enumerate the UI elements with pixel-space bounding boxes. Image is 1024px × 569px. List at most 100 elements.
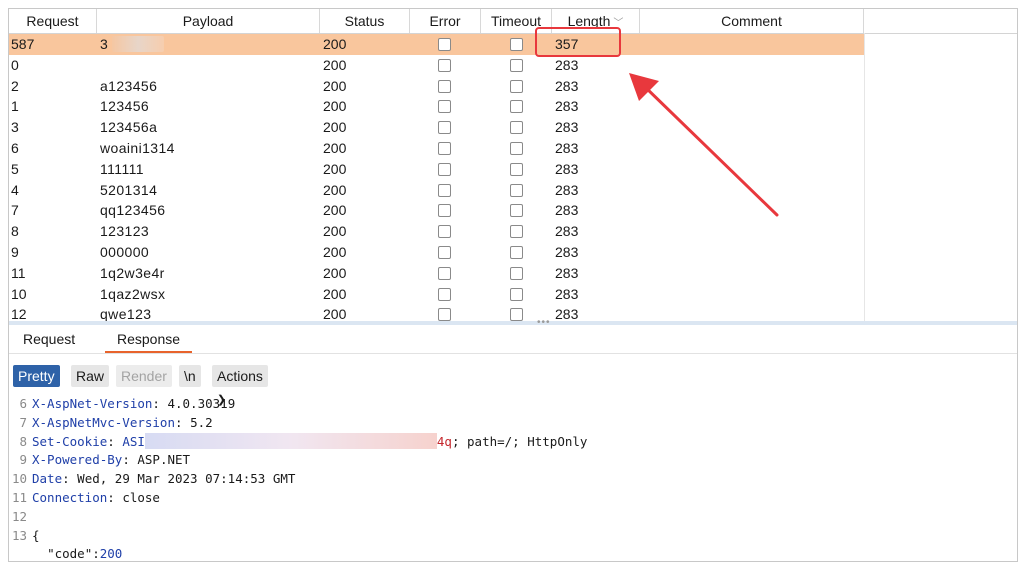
- json-key: "code": [47, 546, 93, 562]
- actions-label: Actions: [217, 368, 263, 384]
- payload-text: 111111: [100, 160, 144, 177]
- timeout-checkbox: [510, 100, 523, 114]
- intruder-results-window: Request Payload Status Error Timeout Len…: [8, 8, 1018, 562]
- status-cell: 200: [323, 160, 347, 177]
- payload-cell: 123123: [100, 221, 318, 242]
- header-name: X-AspNetMvc-Version: [32, 414, 175, 430]
- request-number-cell: 7: [11, 202, 19, 219]
- request-number-cell: 6: [11, 139, 19, 156]
- column-header-status[interactable]: Status: [320, 9, 410, 33]
- length-highlight-box: [535, 27, 621, 57]
- header-colon: :: [107, 433, 123, 449]
- header-value: Wed, 29 Mar 2023 07:14:53 GMT: [77, 471, 296, 487]
- error-checkbox: [438, 58, 451, 72]
- response-line: 9 X-Powered-By: ASP.NET: [9, 451, 1017, 470]
- column-header-payload[interactable]: Payload: [97, 9, 320, 33]
- line-number: 6: [19, 396, 27, 411]
- actions-dropdown-button[interactable]: Actions ❯: [212, 365, 268, 406]
- timeout-checkbox: [510, 38, 523, 51]
- column-header-error[interactable]: Error: [410, 9, 481, 33]
- column-header-comment[interactable]: Comment: [640, 9, 864, 33]
- cookie-attributes: ; path=/; HttpOnly: [451, 433, 588, 449]
- request-number-cell: 4: [11, 181, 19, 198]
- header-colon: :: [175, 414, 191, 430]
- line-number: 10: [11, 471, 27, 487]
- error-checkbox: [438, 308, 451, 322]
- status-cell: 200: [323, 202, 347, 219]
- tab-response[interactable]: Response: [105, 325, 193, 353]
- timeout-checkbox: [510, 79, 523, 93]
- response-body[interactable]: 6 X-AspNet-Version: 4.0.30319 7 X-AspNetMvc…: [9, 395, 1017, 562]
- length-cell: 283: [555, 243, 579, 260]
- column-header-request[interactable]: Request: [9, 9, 97, 33]
- message-viewer: Request Response Pretty Raw Render \n Ac…: [9, 325, 1017, 561]
- table-row[interactable]: 587 3 200 357: [9, 34, 864, 55]
- json-colon: :: [92, 546, 100, 562]
- payload-cell: a123456: [100, 76, 318, 97]
- status-cell: 200: [323, 264, 347, 281]
- error-checkbox: [438, 141, 451, 155]
- payload-text: 5201314: [100, 181, 158, 198]
- pretty-button[interactable]: Pretty: [13, 365, 60, 387]
- payload-cell: qq123456: [100, 200, 318, 221]
- payload-cell: woaini1314: [100, 138, 318, 159]
- payload-text: qq123456: [100, 202, 166, 219]
- payload-text: 1qaz2wsx: [100, 285, 166, 302]
- error-checkbox: [438, 225, 451, 239]
- error-checkbox: [438, 245, 451, 259]
- error-checkbox: [438, 162, 451, 176]
- line-number: 9: [19, 452, 27, 468]
- payload-text: qwe123: [100, 306, 152, 322]
- header-value: close: [122, 489, 160, 505]
- payload-text: 123456: [100, 98, 150, 115]
- status-cell: 200: [323, 223, 347, 240]
- table-row[interactable]: 8 123123 200 283: [9, 221, 864, 242]
- header-value: 4.0.30319: [167, 396, 236, 411]
- line-number: 13: [11, 527, 27, 543]
- tab-request[interactable]: Request: [19, 325, 79, 353]
- error-checkbox: [438, 287, 451, 301]
- header-name: X-AspNet-Version: [32, 396, 153, 411]
- timeout-checkbox: [510, 225, 523, 239]
- length-cell: 283: [555, 264, 579, 281]
- table-header: Request Payload Status Error Timeout Len…: [9, 9, 1017, 34]
- payload-cell: 123456: [100, 96, 318, 117]
- payload-cell: 3: [100, 34, 318, 55]
- payload-text: 123456a: [100, 119, 158, 136]
- payload-cell: 123456a: [100, 117, 318, 138]
- line-number: 8: [19, 433, 27, 449]
- table-row[interactable]: 9 000000 200 283: [9, 242, 864, 263]
- length-cell: 283: [555, 285, 579, 302]
- table-row[interactable]: 10 1qaz2wsx 200 283: [9, 284, 864, 305]
- status-cell: 200: [323, 119, 347, 136]
- json-value: 200: [99, 546, 123, 562]
- status-cell: 200: [323, 36, 347, 52]
- payload-cell: qwe123: [100, 304, 318, 322]
- timeout-checkbox: [510, 183, 523, 197]
- error-checkbox: [438, 183, 451, 197]
- payload-cell: 111111: [100, 159, 318, 180]
- payload-text: woaini1314: [100, 139, 175, 156]
- request-number-cell: 3: [11, 119, 19, 136]
- line-number: 12: [11, 508, 27, 524]
- request-number-cell: 10: [11, 285, 27, 302]
- newline-toggle-button[interactable]: \n: [179, 365, 201, 387]
- payload-cell: [100, 55, 318, 76]
- request-number-cell: 5: [11, 160, 19, 177]
- table-row[interactable]: 11 1q2w3e4r 200 283: [9, 263, 864, 284]
- raw-button[interactable]: Raw: [71, 365, 110, 387]
- viewer-tabs: Request Response: [9, 325, 1017, 354]
- payload-text: 000000: [100, 243, 150, 260]
- timeout-checkbox: [510, 58, 523, 72]
- header-name: Set-Cookie: [32, 433, 108, 449]
- timeout-checkbox: [510, 141, 523, 155]
- table-row[interactable]: 12 qwe123 200 283: [9, 304, 864, 322]
- header-value: ASP.NET: [137, 452, 191, 468]
- render-button[interactable]: Render: [116, 365, 172, 387]
- length-cell: 283: [555, 306, 579, 322]
- timeout-checkbox: [510, 287, 523, 301]
- header-line: X-AspNetMvc-Version: 5.2: [32, 414, 213, 433]
- header-line: Connection: close: [32, 489, 160, 508]
- line-number: 7: [19, 414, 27, 430]
